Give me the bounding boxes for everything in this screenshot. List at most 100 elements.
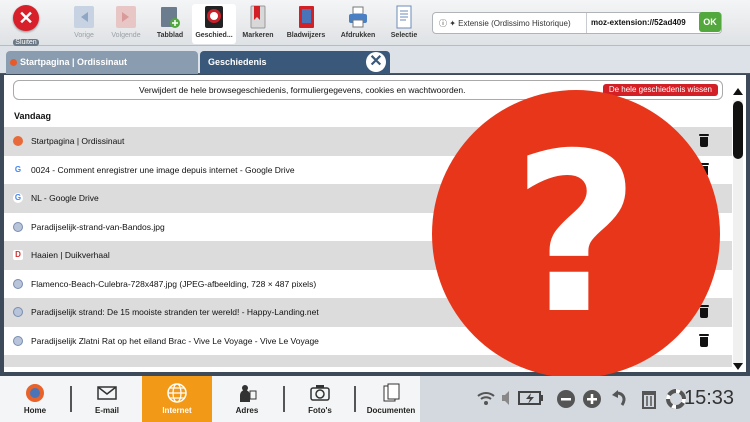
trash-icon[interactable]: [699, 305, 709, 318]
history-label: Geschied...: [195, 32, 233, 39]
scroll-thumb[interactable]: [733, 101, 743, 159]
taskbar-internet[interactable]: Internet: [142, 376, 212, 422]
vertical-scrollbar[interactable]: [732, 88, 744, 372]
question-mark-icon: ?: [432, 90, 720, 378]
close-button[interactable]: ✕ Sluiten: [6, 3, 46, 46]
taskbar-photos[interactable]: Foto's: [285, 376, 355, 422]
taskbar-home[interactable]: Home: [0, 376, 70, 422]
mark-button[interactable]: Markeren: [236, 4, 280, 39]
globe-favicon-icon: [13, 221, 23, 232]
new-tab-label: Tabblad: [156, 32, 184, 39]
history-title[interactable]: Startpagina | Ordissinaut: [31, 136, 124, 146]
bookmarks-button[interactable]: Bladwijzers: [284, 4, 328, 39]
back-button[interactable]: Vorige: [62, 4, 106, 39]
taskbar-documents[interactable]: Documenten: [356, 376, 426, 422]
close-tab-icon[interactable]: ✕: [366, 52, 386, 72]
taskbar-label: Documenten: [366, 406, 416, 415]
trash-icon[interactable]: [640, 389, 658, 413]
bookmark-icon: [246, 4, 270, 30]
clear-history-description: Verwijdert de hele browsegeschiedenis, f…: [139, 85, 466, 95]
history-title[interactable]: 0024 - Comment enregistrer une image dep…: [31, 165, 295, 175]
new-tab-icon: [158, 4, 182, 30]
tab-bar: Startpagina | Ordissinaut Geschiedenis ✕: [0, 46, 750, 74]
ok-button[interactable]: OK: [699, 12, 721, 32]
google-favicon-icon: G: [13, 193, 23, 203]
close-label: Sluiten: [13, 39, 39, 46]
history-title[interactable]: Paradijselijk strand: De 15 mooiste stra…: [31, 307, 319, 317]
zoom-in-icon[interactable]: [582, 389, 602, 413]
taskbar-label: Internet: [162, 406, 192, 415]
help-lifebuoy-icon[interactable]: [666, 389, 686, 413]
history-title[interactable]: Haaien | Duikverhaal: [31, 250, 110, 260]
clear-history-button[interactable]: De hele geschiedenis wissen: [602, 84, 718, 96]
history-icon: [202, 4, 226, 30]
taskbar-adres[interactable]: Adres: [212, 376, 282, 422]
url-divider: [586, 13, 587, 33]
globe-favicon-icon: [13, 335, 23, 346]
tab-geschiedenis[interactable]: Geschiedenis ✕: [200, 51, 390, 74]
undo-icon[interactable]: [610, 389, 630, 413]
clear-history-label: De hele geschiedenis wissen: [608, 85, 712, 94]
contacts-icon: [236, 382, 258, 404]
forward-label: Volgende: [111, 32, 141, 39]
new-tab-button[interactable]: Tabblad: [148, 4, 192, 39]
globe-favicon-icon: [13, 307, 23, 317]
taskbar-label: Home: [23, 406, 47, 415]
wifi-icon[interactable]: [476, 389, 496, 411]
taskbar-email[interactable]: E-mail: [72, 376, 142, 422]
ordissimo-favicon-icon: [10, 59, 17, 66]
globe-icon: [166, 382, 188, 404]
back-arrow-icon: [72, 4, 96, 30]
ordissimo-favicon-icon: [13, 136, 23, 146]
history-title[interactable]: Flamenco-Beach-Culebra-728x487.jpg (JPEG…: [31, 279, 316, 289]
battery-charging-icon[interactable]: [518, 389, 544, 411]
printer-icon: [346, 4, 370, 30]
selection-button[interactable]: Selectie: [382, 4, 426, 39]
history-title[interactable]: NL - Google Drive: [31, 193, 99, 203]
top-toolbar: ✕ Sluiten Vorige Volgende Tabblad Geschi…: [0, 0, 750, 46]
forward-button[interactable]: Volgende: [104, 4, 148, 39]
url-bar[interactable]: ⓘ ✦ Extensie (Ordissimo Historique) moz-…: [432, 12, 722, 34]
extension-identity: ⓘ ✦ Extensie (Ordissimo Historique): [439, 18, 571, 29]
selection-label: Selectie: [390, 32, 418, 39]
scroll-up-icon[interactable]: [733, 88, 743, 95]
taskbar: Home E-mail Internet Adres Foto's Docume…: [0, 376, 750, 422]
tab-label: Geschiedenis: [208, 57, 267, 67]
close-icon: ✕: [13, 5, 39, 31]
volume-icon[interactable]: [500, 389, 510, 411]
mark-label: Markeren: [242, 32, 274, 39]
google-favicon-icon: G: [13, 164, 23, 175]
print-label: Afdrukken: [340, 32, 376, 39]
history-title[interactable]: Paradijselijk-strand-van-Bandos.jpg: [31, 222, 165, 232]
history-button[interactable]: Geschied...: [192, 4, 236, 44]
taskbar-label: Foto's: [308, 406, 332, 415]
bookmarks-book-icon: [294, 4, 318, 30]
taskbar-apps: Home E-mail Internet Adres Foto's Docume…: [0, 376, 420, 422]
clock: 15:33: [684, 387, 735, 409]
url-input[interactable]: moz-extension://52ad409: [591, 18, 701, 27]
documents-icon: [380, 382, 402, 404]
browser-window: ✕ Sluiten Vorige Volgende Tabblad Geschi…: [0, 0, 750, 422]
section-title-today: Vandaag: [14, 111, 52, 121]
url-identity-text: Extensie (Ordissimo Historique): [458, 19, 571, 28]
taskbar-label: E-mail: [94, 406, 119, 415]
trash-icon[interactable]: [699, 134, 709, 147]
taskbar-label: Adres: [235, 406, 259, 415]
duikverhaal-favicon-icon: D: [13, 250, 23, 260]
back-label: Vorige: [74, 32, 94, 39]
home-icon: [24, 382, 46, 404]
mail-icon: [96, 382, 118, 404]
camera-icon: [309, 382, 331, 404]
selection-doc-icon: [392, 4, 416, 30]
tab-startpagina[interactable]: Startpagina | Ordissinaut: [6, 51, 198, 74]
history-title[interactable]: Paradijselijk Zlatni Rat op het eiland B…: [31, 336, 319, 346]
info-icon: ⓘ ✦: [439, 19, 456, 28]
forward-arrow-icon: [114, 4, 138, 30]
print-button[interactable]: Afdrukken: [336, 4, 380, 39]
globe-favicon-icon: [13, 278, 23, 289]
scroll-down-icon[interactable]: [733, 363, 743, 370]
tab-label: Startpagina | Ordissinaut: [20, 57, 128, 67]
trash-icon[interactable]: [699, 333, 709, 347]
bookmarks-label: Bladwijzers: [286, 32, 326, 39]
zoom-out-icon[interactable]: [556, 389, 576, 413]
